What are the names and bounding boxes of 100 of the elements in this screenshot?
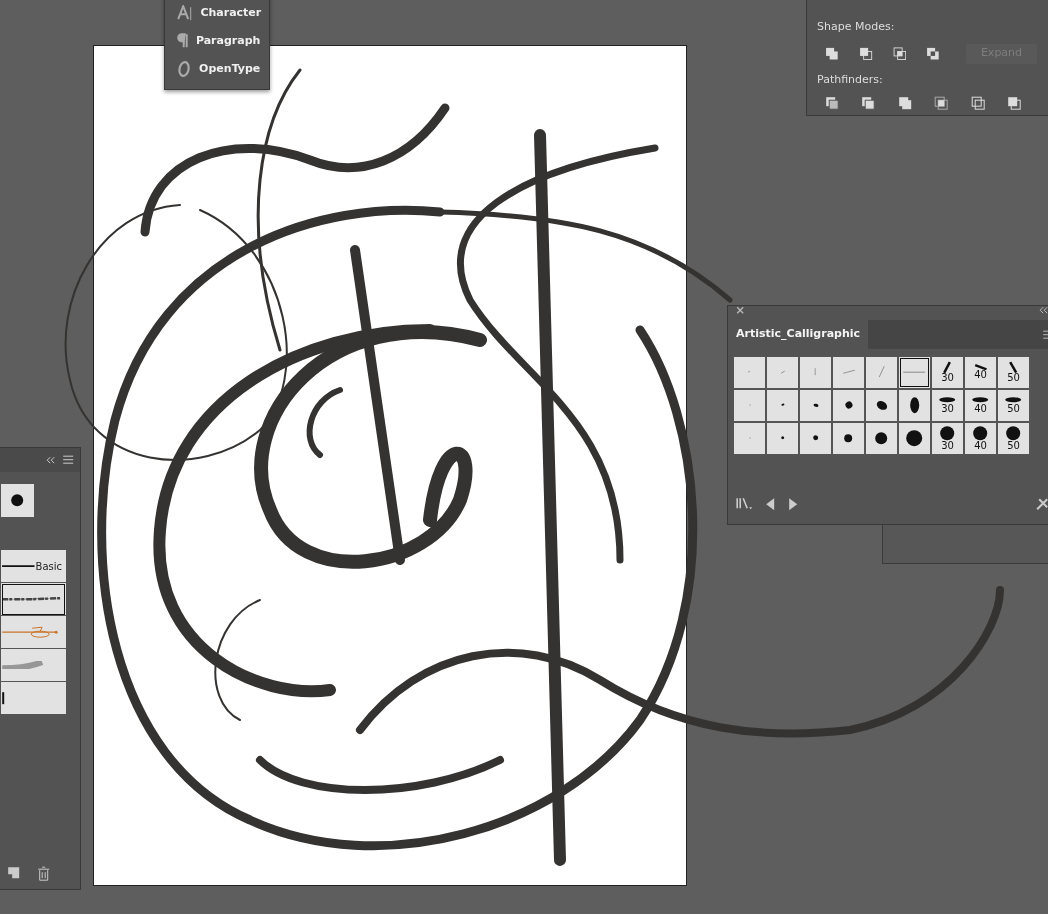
- next-icon[interactable]: [787, 496, 799, 511]
- brush-swatch[interactable]: [865, 355, 898, 389]
- flat-brush-tip-icon: [973, 363, 988, 371]
- opentype-icon: [177, 60, 192, 78]
- size-label: 40: [974, 441, 987, 452]
- arrow-stroke-icon: [1, 625, 59, 639]
- panel-tab[interactable]: Artistic_Calligraphic: [728, 320, 869, 349]
- round-brush-tip-icon: [939, 424, 956, 442]
- round-brush-tip-icon: [811, 434, 820, 442]
- size-label: 40: [974, 403, 987, 414]
- round-brush-tip-icon: [10, 493, 25, 508]
- menu-item-label: Paragraph: [195, 32, 261, 49]
- brush-swatch[interactable]: [766, 421, 799, 455]
- size-label: 30: [941, 403, 954, 414]
- oval-brush-tip-icon: [842, 399, 855, 411]
- pattern-stroke-icon: [1, 690, 6, 706]
- brush-swatch[interactable]: 40: [964, 355, 997, 389]
- crop-icon[interactable]: [934, 96, 949, 111]
- size-label: 50: [1007, 373, 1020, 384]
- oval-brush-tip-icon: [908, 395, 921, 415]
- size-label: 40: [974, 370, 987, 381]
- close-icon[interactable]: [736, 306, 745, 315]
- oval-brush-tip-icon: [1004, 396, 1023, 404]
- round-brush-tip-icon: [779, 435, 786, 441]
- stroke-preview-icon: [1, 564, 36, 568]
- size-label: 30: [941, 441, 954, 452]
- menu-item[interactable]: Paragraph: [165, 27, 269, 55]
- outline-icon[interactable]: [970, 96, 985, 111]
- brush-swatch[interactable]: 50: [997, 388, 1030, 422]
- round-brush-tip-icon: [972, 424, 989, 442]
- previous-icon[interactable]: [765, 496, 776, 511]
- brush-swatch[interactable]: [865, 388, 898, 422]
- brush-swatch[interactable]: 50: [997, 421, 1030, 455]
- brush-swatch[interactable]: [733, 421, 766, 455]
- brush-swatch[interactable]: 40: [964, 421, 997, 455]
- size-label: 30: [941, 373, 954, 384]
- brush-swatch[interactable]: [898, 355, 931, 389]
- flat-brush-tip-icon: [1009, 360, 1018, 374]
- minus-back-icon[interactable]: [1006, 96, 1022, 111]
- flat-brush-tip-icon: [902, 370, 927, 374]
- oval-brush-tip-icon: [811, 401, 820, 409]
- oval-brush-tip-icon: [779, 402, 786, 408]
- brush-swatch[interactable]: [832, 421, 865, 455]
- unite-icon[interactable]: [825, 45, 839, 62]
- round-brush-tip-icon: [843, 432, 854, 444]
- section-label: Shape Modes:: [816, 19, 896, 35]
- brush-swatch[interactable]: [832, 388, 865, 422]
- menu-item[interactable]: OpenType: [165, 55, 269, 83]
- oval-brush-tip-icon: [938, 396, 957, 404]
- charcoal-stroke-icon: [1, 597, 62, 601]
- brush-swatch[interactable]: [766, 388, 799, 422]
- airbrush-stroke-icon: [1, 660, 44, 670]
- collapse-icon[interactable]: [46, 455, 56, 465]
- brush-swatch[interactable]: [799, 421, 832, 455]
- divide-icon[interactable]: [825, 96, 840, 111]
- oval-brush-tip-icon: [971, 396, 990, 404]
- flat-brush-tip-icon: [943, 360, 952, 374]
- brush-swatch[interactable]: [766, 355, 799, 389]
- brush-swatch[interactable]: [799, 388, 832, 422]
- brush-swatch[interactable]: [733, 388, 766, 422]
- exclude-icon[interactable]: [926, 45, 940, 62]
- brush-swatch[interactable]: [733, 355, 766, 389]
- round-brush-tip-icon: [1005, 424, 1022, 442]
- minus-front-icon[interactable]: [858, 45, 873, 62]
- menu-item-label: OpenType: [199, 60, 261, 77]
- flat-brush-tip-icon: [841, 369, 856, 375]
- flat-brush-tip-icon: [814, 367, 817, 377]
- round-brush-tip-icon: [874, 430, 889, 446]
- brush-swatch[interactable]: [1, 484, 34, 517]
- brush-swatch[interactable]: 40: [964, 388, 997, 422]
- collapse-icon[interactable]: [1038, 306, 1048, 315]
- round-brush-tip-icon: [905, 428, 924, 448]
- merge-icon[interactable]: [897, 96, 913, 111]
- size-label: 50: [1007, 403, 1020, 414]
- brush-swatch[interactable]: 30: [931, 355, 964, 389]
- remove-brush-icon[interactable]: [1035, 497, 1048, 510]
- brush-swatch[interactable]: [865, 421, 898, 455]
- brush-row[interactable]: Basic: [1, 550, 66, 583]
- brush-row[interactable]: [1, 583, 66, 616]
- library-icon[interactable]: [736, 497, 754, 511]
- brush-swatch[interactable]: [898, 421, 931, 455]
- brush-swatch[interactable]: [832, 355, 865, 389]
- size-label: 50: [1007, 441, 1020, 452]
- new-brush-icon[interactable]: [7, 865, 21, 879]
- flat-brush-tip-icon: [877, 365, 886, 379]
- brush-swatch[interactable]: [898, 388, 931, 422]
- brush-swatch[interactable]: 30: [931, 421, 964, 455]
- intersect-icon[interactable]: [892, 45, 907, 62]
- menu-item-label: Character: [200, 4, 262, 21]
- brush-swatch[interactable]: 30: [931, 388, 964, 422]
- trash-icon[interactable]: [36, 865, 50, 881]
- character-icon: [177, 4, 193, 22]
- menu-icon[interactable]: [61, 455, 74, 465]
- menu-item[interactable]: Character: [165, 0, 269, 27]
- flat-brush-tip-icon: [779, 369, 786, 375]
- trim-icon[interactable]: [861, 96, 876, 111]
- brush-swatch[interactable]: 50: [997, 355, 1030, 389]
- brush-swatch[interactable]: [799, 355, 832, 389]
- pilcrow-icon: [177, 33, 188, 49]
- section-label: Pathfinders:: [816, 71, 884, 88]
